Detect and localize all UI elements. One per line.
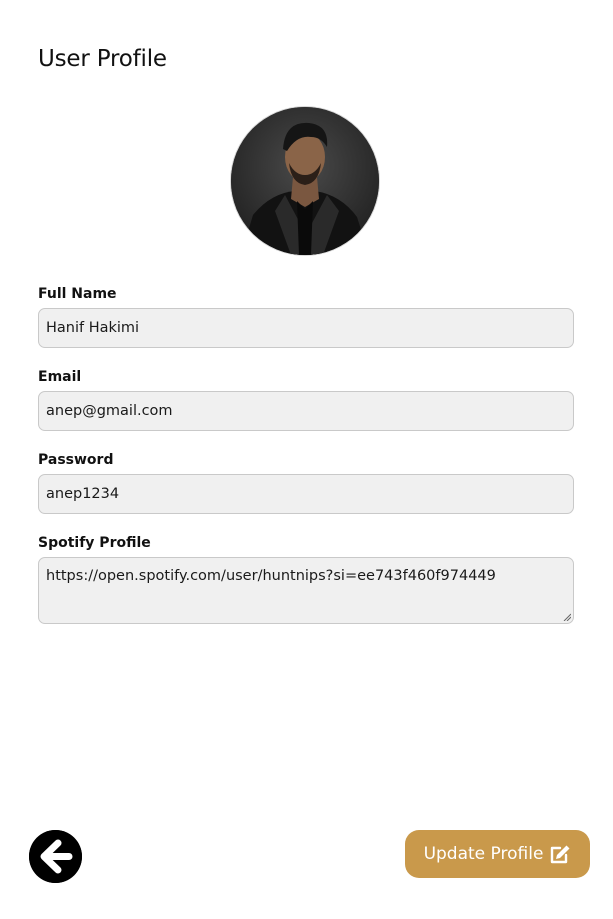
spotify-profile-textarea[interactable]: https://open.spotify.com/user/huntnips?s… [38,557,574,624]
back-button[interactable] [29,830,82,883]
password-input[interactable] [38,474,574,514]
avatar-photo [231,107,379,255]
arrow-left-circle-icon [29,830,82,883]
edit-square-icon [551,845,570,864]
spotify-profile-label: Spotify Profile [38,535,151,551]
resize-grip-icon[interactable] [563,613,571,621]
spotify-profile-field: https://open.spotify.com/user/huntnips?s… [38,557,574,624]
email-input[interactable] [38,391,574,431]
avatar [231,107,379,255]
update-profile-label: Update Profile [423,844,544,864]
page-title: User Profile [38,46,167,72]
email-label: Email [38,369,82,385]
password-label: Password [38,452,114,468]
full-name-input[interactable] [38,308,574,348]
full-name-label: Full Name [38,286,117,302]
profile-form: Full Name Email Password Spotify Profile… [38,285,574,624]
update-profile-button[interactable]: Update Profile [405,830,590,878]
